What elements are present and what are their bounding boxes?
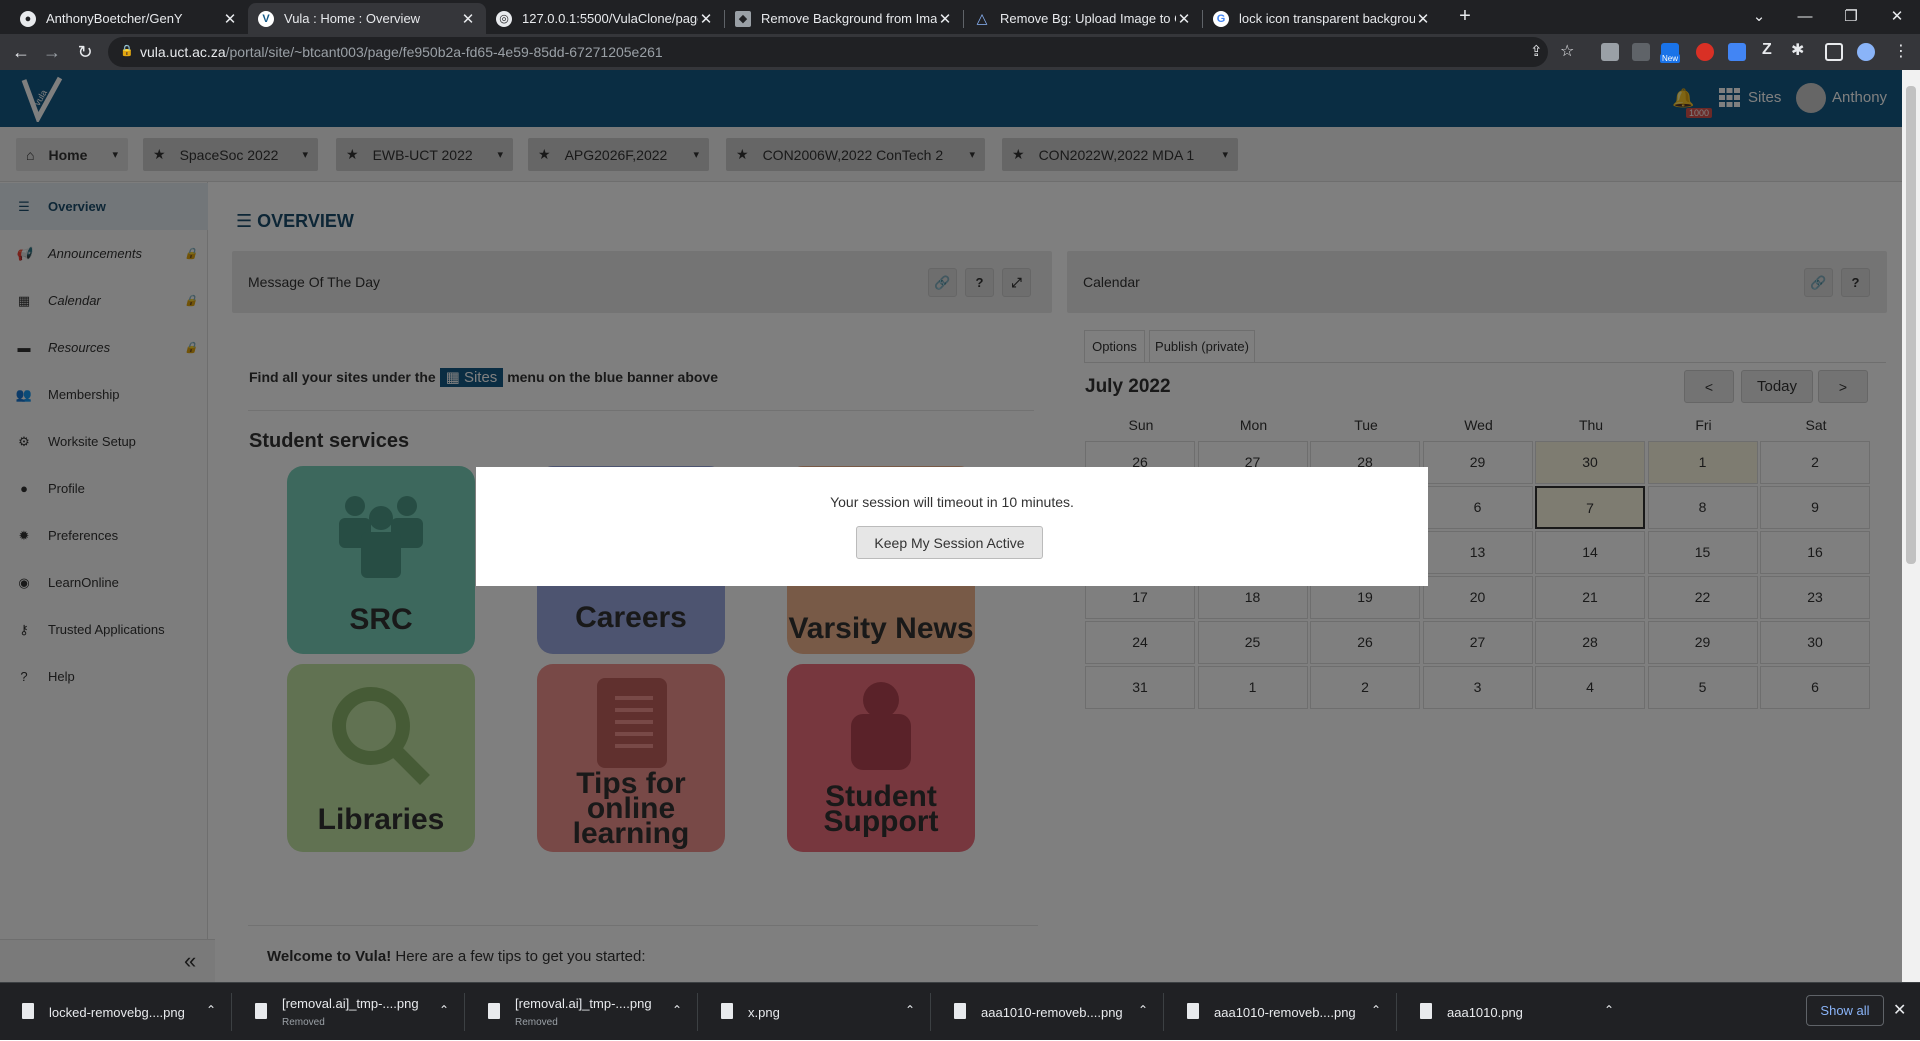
tab-remove-bg[interactable]: △ Remove Bg: Upload Image to Cre... ✕ bbox=[964, 3, 1202, 34]
google-icon: G bbox=[1213, 10, 1229, 27]
tab-title: AnthonyBoetcher/GenY bbox=[46, 11, 183, 26]
divider bbox=[1396, 993, 1397, 1031]
reload-icon[interactable]: ↻ bbox=[73, 40, 97, 64]
download-item[interactable]: [removal.ai]_tmp-....png Removed ⌃ bbox=[466, 983, 698, 1041]
close-icon[interactable]: ✕ bbox=[1415, 10, 1431, 28]
download-status: Removed bbox=[515, 1017, 558, 1028]
file-icon bbox=[1187, 1003, 1199, 1019]
file-icon bbox=[1420, 1003, 1432, 1019]
divider bbox=[1163, 993, 1164, 1031]
tab-title: Remove Bg: Upload Image to Cre... bbox=[1000, 11, 1176, 26]
tab-remove-background[interactable]: ◆ Remove Background from Image ✕ bbox=[725, 3, 963, 34]
minimize-icon[interactable]: — bbox=[1782, 0, 1828, 32]
github-icon: ● bbox=[20, 10, 36, 27]
side-panel-icon[interactable] bbox=[1825, 43, 1843, 61]
file-icon bbox=[22, 1003, 34, 1019]
close-download-bar-icon[interactable]: ✕ bbox=[1893, 1000, 1906, 1020]
chevron-up-icon[interactable]: ⌃ bbox=[905, 1003, 915, 1017]
file-icon bbox=[488, 1003, 500, 1019]
address-bar[interactable]: 🔒 vula.uct.ac.za/portal/site/~btcant003/… bbox=[108, 37, 1574, 67]
bookmark-star-icon[interactable]: ☆ bbox=[1560, 41, 1574, 61]
chevron-up-icon[interactable]: ⌃ bbox=[1371, 1003, 1381, 1017]
chevron-up-icon[interactable]: ⌃ bbox=[1604, 1003, 1614, 1017]
divider bbox=[231, 993, 232, 1031]
download-filename: aaa1010-removeb....png bbox=[1214, 1005, 1356, 1020]
extension-icon[interactable] bbox=[1601, 43, 1619, 61]
doc-extension-icon[interactable] bbox=[1728, 43, 1746, 61]
show-all-downloads-button[interactable]: Show all bbox=[1806, 995, 1884, 1026]
profile-avatar-icon[interactable] bbox=[1857, 43, 1875, 61]
lock-icon: 🔒 bbox=[120, 45, 134, 57]
download-filename: aaa1010.png bbox=[1447, 1005, 1523, 1020]
session-timeout-dialog: Your session will timeout in 10 minutes.… bbox=[476, 467, 1428, 586]
tab-vula[interactable]: V Vula : Home : Overview ✕ bbox=[248, 3, 486, 34]
download-bar: locked-removebg....png ⌃ [removal.ai]_tm… bbox=[0, 982, 1920, 1040]
browser-menu-icon[interactable]: ⋮ bbox=[1893, 41, 1909, 61]
divider bbox=[464, 993, 465, 1031]
vula-icon: V bbox=[258, 10, 274, 27]
tab-title: Remove Background from Image bbox=[761, 11, 937, 26]
chevron-up-icon[interactable]: ⌃ bbox=[206, 1003, 216, 1017]
download-item[interactable]: aaa1010.png ⌃ bbox=[1398, 983, 1630, 1041]
download-filename: x.png bbox=[748, 1005, 780, 1020]
restore-icon[interactable]: ❐ bbox=[1828, 0, 1874, 32]
divider bbox=[697, 993, 698, 1031]
chevron-up-icon[interactable]: ⌃ bbox=[672, 1003, 682, 1017]
new-tab-button[interactable]: + bbox=[1451, 5, 1479, 29]
globe-icon: ◎ bbox=[496, 10, 512, 27]
download-filename: locked-removebg....png bbox=[49, 1005, 185, 1020]
extension-new-badge: New bbox=[1660, 54, 1681, 63]
keep-session-active-button[interactable]: Keep My Session Active bbox=[856, 526, 1043, 559]
download-item[interactable]: locked-removebg....png ⌃ bbox=[0, 983, 232, 1041]
zotero-extension-icon[interactable]: Z bbox=[1762, 41, 1772, 59]
download-item[interactable]: aaa1010-removeb....png ⌃ bbox=[1165, 983, 1397, 1041]
window-close-icon[interactable]: ✕ bbox=[1874, 0, 1920, 32]
download-status: Removed bbox=[282, 1017, 325, 1028]
tab-github[interactable]: ● AnthonyBoetcher/GenY ✕ bbox=[10, 3, 248, 34]
tab-title: Vula : Home : Overview bbox=[284, 11, 421, 26]
close-icon[interactable]: ✕ bbox=[222, 10, 238, 28]
share-icon[interactable]: ⇪ bbox=[1530, 42, 1543, 60]
chevron-up-icon[interactable]: ⌃ bbox=[1138, 1003, 1148, 1017]
back-arrow-icon[interactable]: ← bbox=[9, 40, 33, 64]
puzzle-extensions-icon[interactable]: ✱ bbox=[1791, 40, 1804, 60]
browser-tab-strip: ● AnthonyBoetcher/GenY ✕ V Vula : Home :… bbox=[0, 0, 1920, 34]
tab-google-search[interactable]: G lock icon transparent backgroun... ✕ bbox=[1203, 3, 1441, 34]
layers-icon: ◆ bbox=[735, 10, 751, 27]
tab-localhost[interactable]: ◎ 127.0.0.1:5500/VulaClone/page1... ✕ bbox=[486, 3, 724, 34]
download-filename: [removal.ai]_tmp-....png bbox=[282, 996, 419, 1011]
camera-extension-icon[interactable] bbox=[1632, 43, 1650, 61]
close-icon[interactable]: ✕ bbox=[937, 10, 953, 28]
download-item[interactable]: [removal.ai]_tmp-....png Removed ⌃ bbox=[233, 983, 465, 1041]
browser-toolbar: ← → ↻ 🔒 vula.uct.ac.za/portal/site/~btca… bbox=[0, 34, 1920, 70]
file-icon bbox=[255, 1003, 267, 1019]
scrollbar-thumb[interactable] bbox=[1906, 86, 1916, 564]
close-icon[interactable]: ✕ bbox=[460, 10, 476, 28]
download-filename: aaa1010-removeb....png bbox=[981, 1005, 1123, 1020]
forward-arrow-icon[interactable]: → bbox=[40, 40, 64, 64]
download-item[interactable]: aaa1010-removeb....png ⌃ bbox=[932, 983, 1164, 1041]
file-icon bbox=[721, 1003, 733, 1019]
file-icon bbox=[954, 1003, 966, 1019]
triangle-icon: △ bbox=[976, 10, 988, 26]
close-icon[interactable]: ✕ bbox=[1176, 10, 1192, 28]
chevron-up-icon[interactable]: ⌃ bbox=[439, 1003, 449, 1017]
tab-title: lock icon transparent backgroun... bbox=[1239, 11, 1415, 26]
download-item[interactable]: x.png ⌃ bbox=[699, 983, 931, 1041]
url-host: vula.uct.ac.za bbox=[140, 44, 226, 60]
download-filename: [removal.ai]_tmp-....png bbox=[515, 996, 652, 1011]
tab-search-icon[interactable]: ⌄ bbox=[1736, 0, 1782, 32]
session-timeout-message: Your session will timeout in 10 minutes. bbox=[830, 494, 1074, 510]
record-extension-icon[interactable] bbox=[1696, 43, 1714, 61]
url-path: /portal/site/~btcant003/page/fe950b2a-fd… bbox=[225, 44, 663, 60]
tab-title: 127.0.0.1:5500/VulaClone/page1... bbox=[522, 11, 698, 26]
close-icon[interactable]: ✕ bbox=[698, 10, 714, 28]
divider bbox=[930, 993, 931, 1031]
